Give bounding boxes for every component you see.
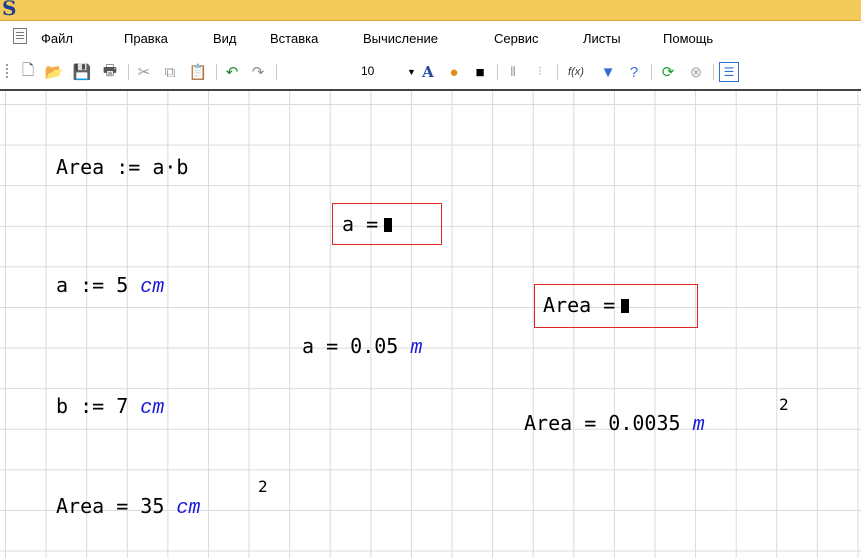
a-evaluation[interactable]: a = 0.05 m: [302, 334, 422, 360]
border-icon[interactable]: ■: [470, 62, 490, 82]
toolbar-grip[interactable]: [6, 64, 8, 80]
area-evaluation-m2-text: Area = 0.0035: [524, 411, 681, 435]
toolbar: 🗋 📂 💾 🖶 ✂ ⧉ 📋 ↶ ↷ 10 ▼ A ● ■ ⫼ ⫶ f(x) ▼ …: [0, 56, 861, 88]
paste-icon[interactable]: 📋: [188, 62, 208, 82]
area-evaluation-placeholder-box[interactable]: Area =: [534, 284, 698, 328]
menu-calculation[interactable]: Вычисление: [363, 31, 438, 46]
title-bar: S: [0, 0, 861, 21]
area-evaluation-placeholder: Area =: [543, 293, 630, 317]
toolbar-separator: [713, 64, 714, 80]
menu-file[interactable]: Файл: [41, 31, 73, 46]
area-evaluation-placeholder-text: Area =: [543, 293, 616, 317]
area-definition[interactable]: Area := a·b: [56, 155, 188, 179]
area-evaluation-cm2-exponent: 2: [258, 477, 268, 496]
a-evaluation-text: a = 0.05: [302, 334, 399, 358]
menu-bar: Файл Правка Вид Вставка Вычисление Серви…: [0, 21, 861, 55]
area-evaluation-cm2-unit: cm: [176, 497, 201, 520]
filter-icon[interactable]: ▼: [598, 62, 618, 82]
font-size-select[interactable]: 10: [361, 64, 374, 78]
area-evaluation-m2-unit: m: [692, 414, 705, 437]
menu-help[interactable]: Помощь: [663, 31, 713, 46]
save-icon[interactable]: 💾: [72, 62, 92, 82]
area-evaluation-m2-exponent: 2: [779, 395, 789, 414]
b-definition-text: b := 7: [56, 394, 129, 418]
app-logo: S: [2, 0, 17, 20]
chevron-down-icon[interactable]: ▼: [407, 67, 416, 77]
copy-icon[interactable]: ⧉: [160, 62, 180, 82]
b-definition-unit: cm: [140, 397, 165, 420]
menu-edit[interactable]: Правка: [124, 31, 168, 46]
document-menu-icon[interactable]: [13, 28, 27, 44]
area-definition-text: Area := a·b: [56, 155, 189, 179]
toolbar-separator: [276, 64, 277, 80]
print-icon[interactable]: 🖶: [100, 62, 120, 82]
text-cursor: [621, 299, 630, 313]
a-evaluation-placeholder-box[interactable]: a =: [332, 203, 442, 245]
a-definition[interactable]: a := 5 cm: [56, 273, 164, 299]
menu-sheets[interactable]: Листы: [583, 31, 621, 46]
toolbar-separator: [216, 64, 217, 80]
undo-icon[interactable]: ↶: [222, 62, 242, 82]
color-palette-icon[interactable]: ●: [444, 62, 464, 82]
new-document-icon[interactable]: 🗋: [18, 62, 38, 82]
help-icon[interactable]: ?: [624, 62, 644, 82]
toolbar-separator: [128, 64, 129, 80]
worksheet[interactable]: Area := a·b a = a := 5 cm Area = a = 0.0…: [0, 89, 861, 558]
area-evaluation-m2[interactable]: Area = 0.0035 m: [524, 411, 705, 437]
a-definition-unit: cm: [140, 276, 165, 299]
redo-icon[interactable]: ↷: [248, 62, 268, 82]
toolbar-separator: [651, 64, 652, 80]
toolbar-separator: [557, 64, 558, 80]
function-icon[interactable]: f(x): [566, 62, 586, 82]
a-evaluation-unit: m: [410, 337, 423, 360]
text-cursor: [384, 218, 393, 232]
area-evaluation-cm2[interactable]: Area = 35 cm: [56, 494, 200, 520]
a-evaluation-placeholder: a =: [342, 212, 393, 236]
menu-view[interactable]: Вид: [213, 31, 237, 46]
properties-icon[interactable]: ☰: [719, 62, 739, 82]
menu-service[interactable]: Сервис: [494, 31, 539, 46]
open-folder-icon[interactable]: 📂: [44, 62, 64, 82]
toolbar-separator: [497, 64, 498, 80]
a-evaluation-placeholder-text: a =: [342, 212, 379, 236]
menu-insert[interactable]: Вставка: [270, 31, 318, 46]
align-vertical-icon[interactable]: ⫶: [530, 62, 550, 82]
a-definition-text: a := 5: [56, 273, 129, 297]
cut-icon[interactable]: ✂: [134, 62, 154, 82]
b-definition[interactable]: b := 7 cm: [56, 394, 164, 420]
area-evaluation-cm2-text: Area = 35: [56, 494, 165, 518]
align-horizontal-icon[interactable]: ⫼: [503, 62, 523, 82]
refresh-icon[interactable]: ⟳: [658, 62, 678, 82]
stop-icon[interactable]: ⊗: [686, 62, 706, 82]
font-color-icon[interactable]: A: [418, 62, 438, 82]
